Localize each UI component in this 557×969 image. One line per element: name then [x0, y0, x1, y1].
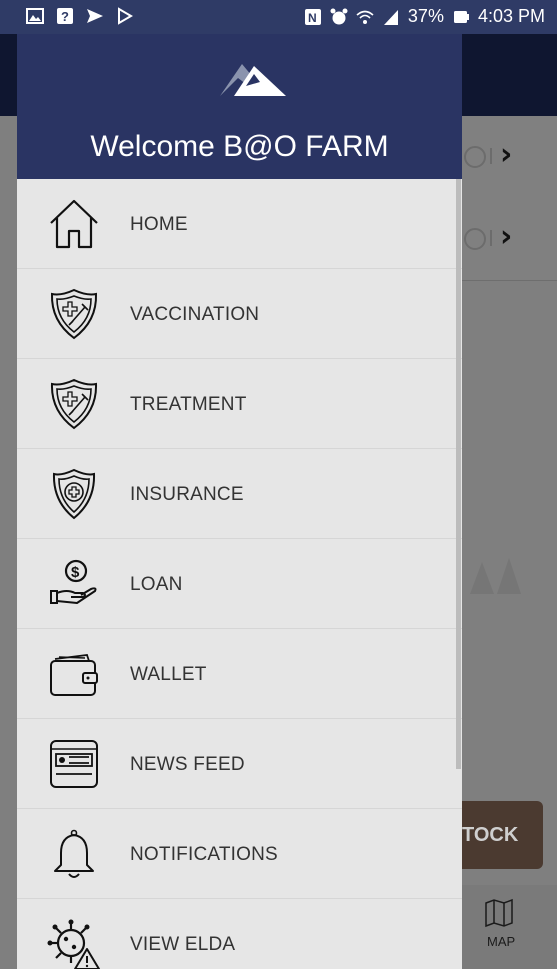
menu-item-wallet[interactable]: WALLET	[17, 629, 462, 719]
wifi-icon	[356, 10, 374, 24]
background-row: ›	[460, 198, 557, 281]
navigation-drawer: Welcome B@O FARM HOME VACCINATION TREATM…	[17, 34, 462, 969]
drawer-menu: HOME VACCINATION TREATMENT INSURANCE $ L…	[17, 179, 462, 969]
menu-item-home[interactable]: HOME	[17, 179, 462, 269]
menu-item-insurance[interactable]: INSURANCE	[17, 449, 462, 539]
check-circle-icon	[464, 146, 486, 168]
play-icon	[118, 7, 133, 25]
bell-icon	[54, 829, 94, 878]
gallery-icon	[26, 8, 44, 24]
svg-text:$: $	[71, 564, 80, 581]
battery-icon	[453, 10, 469, 23]
battery-percent: 37%	[407, 6, 444, 26]
svg-text:N: N	[308, 11, 317, 25]
menu-item-label: HOME	[130, 214, 188, 235]
home-icon	[50, 199, 98, 249]
divider	[490, 148, 492, 164]
menu-item-loan[interactable]: $ LOAN	[17, 539, 462, 629]
wallet-icon	[50, 654, 98, 696]
menu-item-label: WALLET	[130, 664, 207, 685]
background-row: ›	[460, 116, 557, 199]
status-bar: ? N 37% 4:03 PM	[0, 0, 557, 34]
stock-button[interactable]: TOCK	[456, 801, 543, 869]
virus-warning-icon	[47, 919, 100, 969]
drawer-scrollbar[interactable]	[456, 179, 461, 769]
chevron-right-icon: ›	[500, 137, 513, 172]
treatment-shield-icon	[50, 378, 98, 430]
menu-item-vaccination[interactable]: VACCINATION	[17, 269, 462, 359]
chevron-right-icon: ›	[500, 219, 513, 254]
signal-icon	[383, 9, 398, 25]
news-feed-icon	[50, 740, 98, 788]
menu-item-label: LOAN	[130, 574, 183, 595]
menu-item-treatment[interactable]: TREATMENT	[17, 359, 462, 449]
drawer-header: Welcome B@O FARM	[17, 34, 462, 179]
loan-hand-coin-icon: $	[50, 559, 97, 604]
menu-item-label: NEWS FEED	[130, 754, 245, 775]
app-logo-icon	[220, 64, 286, 96]
divider	[490, 230, 492, 246]
check-circle-icon	[464, 228, 486, 250]
status-left-icons: ?	[26, 7, 134, 25]
help-icon: ?	[57, 8, 73, 24]
svg-text:?: ?	[61, 9, 69, 24]
menu-item-label: VACCINATION	[130, 304, 260, 325]
send-icon	[87, 9, 103, 23]
menu-item-news-feed[interactable]: NEWS FEED	[17, 719, 462, 809]
welcome-title: Welcome B@O FARM	[90, 130, 389, 163]
background-trees	[470, 558, 521, 594]
menu-item-label: NOTIFICATIONS	[130, 844, 278, 865]
status-time: 4:03 PM	[477, 6, 545, 26]
menu-item-label: VIEW ELDA	[130, 934, 236, 955]
map-icon[interactable]	[484, 898, 514, 928]
status-right-icons: N 37% 4:03 PM	[304, 6, 545, 27]
menu-item-view-elda[interactable]: VIEW ELDA	[17, 899, 462, 969]
menu-item-notifications[interactable]: NOTIFICATIONS	[17, 809, 462, 899]
alarm-icon	[330, 8, 348, 24]
insurance-shield-icon	[52, 468, 96, 520]
menu-item-label: TREATMENT	[130, 394, 247, 415]
map-label: MAP	[487, 934, 516, 949]
menu-item-label: INSURANCE	[130, 484, 244, 505]
nfc-icon: N	[304, 8, 321, 25]
vaccination-shield-icon	[50, 288, 98, 340]
